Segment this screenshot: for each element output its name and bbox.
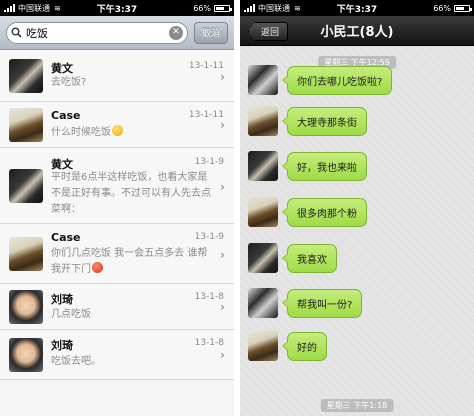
search-result-row[interactable]: 刘琦 13-1-8 吃饭去吧。 › xyxy=(0,330,234,380)
message-bubble[interactable]: 好的 xyxy=(282,331,327,361)
avatar xyxy=(9,169,43,203)
message-date: 13-1-11 xyxy=(188,110,224,120)
search-result-row[interactable]: 黄文 13-1-11 去吃饭? › xyxy=(0,50,234,102)
contact-name: 刘琦 xyxy=(51,293,73,306)
chat-message: 我喜欢 xyxy=(248,243,337,273)
sender-avatar[interactable] xyxy=(248,197,278,227)
message-preview: 几点吃饭 xyxy=(51,307,212,323)
message-preview-text: 平时是6点半这样吃饭，也看大家是不是正好有事。不过可以有人先去点菜啊： xyxy=(51,172,211,215)
angry-emoji-icon xyxy=(92,262,103,273)
message-bubble[interactable]: 帮我叫一份? xyxy=(281,288,363,318)
sender-avatar[interactable] xyxy=(248,243,278,273)
contact-name: 黄文 xyxy=(51,62,73,75)
chat-message: 大理寺那条街 xyxy=(248,106,367,136)
message-date: 13-1-11 xyxy=(188,61,224,71)
search-bar: ✕ 取消 xyxy=(0,16,234,50)
chat-screen: 中国联通 ≋ 下午3:37 66% 返回 小民工(8人) 星期三 下午12:59… xyxy=(240,0,474,416)
message-preview: 平时是6点半这样吃饭，也看大家是不是正好有事。不过可以有人先去点菜啊： xyxy=(51,170,212,218)
carrier-label: 中国联通 xyxy=(18,3,50,13)
chat-message: 好的 xyxy=(248,331,327,361)
chevron-right-icon: › xyxy=(220,348,225,362)
message-preview: 什么时候吃饭 xyxy=(51,125,212,141)
chat-message: 你们去哪儿吃饭啦? xyxy=(248,65,393,95)
message-preview-text: 去吃饭? xyxy=(51,77,87,88)
search-result-row[interactable]: Case 13-1-9 你们几点吃饭 我一会五点多去 谁帮我开下门 › xyxy=(0,224,234,284)
chat-message: 帮我叫一份? xyxy=(248,288,363,318)
chat-message: 好，我也来啦 xyxy=(248,151,367,181)
chevron-right-icon: › xyxy=(220,248,225,262)
signal-icon xyxy=(4,4,15,12)
message-bubble[interactable]: 大理寺那条街 xyxy=(282,106,367,136)
message-preview-text: 什么时候吃饭 xyxy=(51,127,111,138)
search-input[interactable] xyxy=(26,26,165,39)
chevron-right-icon: › xyxy=(220,118,225,132)
battery-percent: 66% xyxy=(433,3,451,13)
search-result-row[interactable]: Case 13-1-11 什么时候吃饭 › xyxy=(0,102,234,148)
sender-avatar[interactable] xyxy=(248,288,278,318)
sender-avatar[interactable] xyxy=(248,331,278,361)
message-preview-text: 几点吃饭 xyxy=(51,309,91,320)
chevron-right-icon: › xyxy=(220,300,225,314)
message-bubble[interactable]: 很多肉那个粉 xyxy=(282,197,367,227)
status-bar: 中国联通 ≋ 下午3:37 66% xyxy=(0,0,234,16)
smile-emoji-icon xyxy=(112,125,123,136)
avatar xyxy=(9,290,43,324)
search-result-row[interactable]: 黄文 13-1-9 平时是6点半这样吃饭，也看大家是不是正好有事。不过可以有人先去点… xyxy=(0,148,234,224)
contact-name: Case xyxy=(51,109,81,122)
message-date: 13-1-9 xyxy=(194,157,224,167)
avatar xyxy=(9,237,43,271)
contact-name: 刘琦 xyxy=(51,339,73,352)
message-bubble[interactable]: 好，我也来啦 xyxy=(282,151,367,181)
search-screen: 中国联通 ≋ 下午3:37 66% ✕ 取消 黄文13-1-11去吃饭?›Cas… xyxy=(0,0,234,416)
battery-percent: 66% xyxy=(193,3,211,13)
clear-icon[interactable]: ✕ xyxy=(168,25,183,40)
chat-timestamp: 星期三 下午1:18 xyxy=(320,399,394,412)
search-results-list: 黄文 13-1-11 去吃饭? › Case 13-1-11 什么时候吃饭 › 黄文 13-1-9… xyxy=(0,50,234,380)
wifi-icon: ≋ xyxy=(54,3,61,13)
message-bubble[interactable]: 我喜欢 xyxy=(282,243,337,273)
battery-icon xyxy=(454,4,472,12)
battery-icon xyxy=(214,4,232,12)
avatar xyxy=(9,338,43,372)
sender-avatar[interactable] xyxy=(248,106,278,136)
sender-avatar[interactable] xyxy=(248,65,278,95)
cancel-button[interactable]: 取消 xyxy=(193,21,228,44)
chat-nav-bar: 返回 小民工(8人) xyxy=(240,16,474,46)
chevron-right-icon: › xyxy=(220,180,225,194)
message-preview: 吃饭去吧。 xyxy=(51,354,212,370)
message-preview: 你们几点吃饭 我一会五点多去 谁帮我开下门 xyxy=(51,246,212,278)
message-bubble[interactable]: 你们去哪儿吃饭啦? xyxy=(281,65,393,95)
chat-messages[interactable]: 星期三 下午12:59 星期三 下午1:18 你们去哪儿吃饭啦? 大理寺那条街 好，… xyxy=(240,46,474,416)
search-icon xyxy=(11,27,22,38)
message-preview: 去吃饭? xyxy=(51,75,212,91)
sender-avatar[interactable] xyxy=(248,151,278,181)
contact-name: Case xyxy=(51,231,81,244)
avatar xyxy=(9,59,43,93)
message-preview-text: 吃饭去吧。 xyxy=(51,356,101,367)
search-field[interactable]: ✕ xyxy=(6,21,188,44)
chevron-right-icon: › xyxy=(220,70,225,84)
screenshot-root: 中国联通 ≋ 下午3:37 66% ✕ 取消 黄文13-1-11去吃饭?›Cas… xyxy=(0,0,474,416)
signal-icon xyxy=(244,4,255,12)
chat-title: 小民工(8人) xyxy=(320,25,394,40)
message-preview-text: 你们几点吃饭 我一会五点多去 谁帮我开下门 xyxy=(51,248,208,275)
wifi-icon: ≋ xyxy=(294,3,301,13)
avatar xyxy=(9,108,43,142)
search-result-row[interactable]: 刘琦 13-1-8 几点吃饭 › xyxy=(0,284,234,330)
chat-message: 很多肉那个粉 xyxy=(248,197,367,227)
status-bar: 中国联通 ≋ 下午3:37 66% xyxy=(240,0,474,16)
carrier-label: 中国联通 xyxy=(258,3,290,13)
message-date: 13-1-8 xyxy=(194,338,224,348)
message-date: 13-1-9 xyxy=(194,232,224,242)
back-button[interactable]: 返回 xyxy=(248,22,289,41)
